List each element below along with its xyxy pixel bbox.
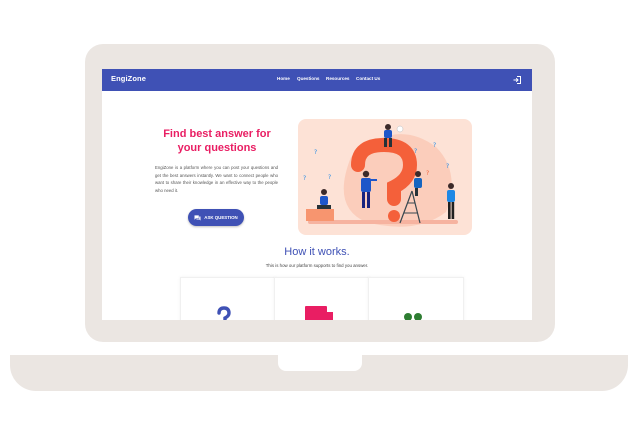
brand-logo[interactable]: EngiZone [111,74,146,83]
svg-text:?: ? [354,150,357,157]
hero-illustration: ? ? ? ? ? ? ? ? [298,119,472,235]
hero-description: EngiZone is a platform where you can pos… [155,165,278,193]
laptop-icon [305,306,333,320]
question-mark-dot [388,210,400,222]
feature-card-search [274,277,370,320]
login-icon[interactable] [512,75,522,85]
svg-text:?: ? [426,170,429,177]
nav-link-home[interactable]: Home [277,76,290,81]
svg-text:?: ? [303,175,306,182]
svg-text:?: ? [314,149,317,156]
svg-text:?: ? [414,148,417,155]
people-icon [404,313,422,320]
question-mark-icon [217,306,231,320]
feature-card-ask [180,277,276,320]
navbar: EngiZone Home Questions Resources Contac… [102,69,532,91]
nav-link-questions[interactable]: Questions [297,76,319,81]
chat-bubble-icon [194,214,201,221]
laptop-notch [278,355,362,371]
how-it-works-subtitle: This is how our platform supports to fin… [265,263,369,268]
svg-text:?: ? [446,163,449,170]
how-it-works-title: How it works. [284,246,350,258]
laptop-screen: EngiZone Home Questions Resources Contac… [102,69,532,320]
svg-text:?: ? [433,142,436,149]
ask-question-label: ASK QUESTION [204,215,238,220]
svg-text:?: ? [328,174,331,181]
hero-title: Find best answer for your questions [163,128,271,154]
feature-card-answer [368,277,464,320]
nav-link-contact[interactable]: Contact Us [356,76,380,81]
ask-question-button[interactable]: ASK QUESTION [188,209,244,226]
nav-link-resources[interactable]: Resources [326,76,350,81]
